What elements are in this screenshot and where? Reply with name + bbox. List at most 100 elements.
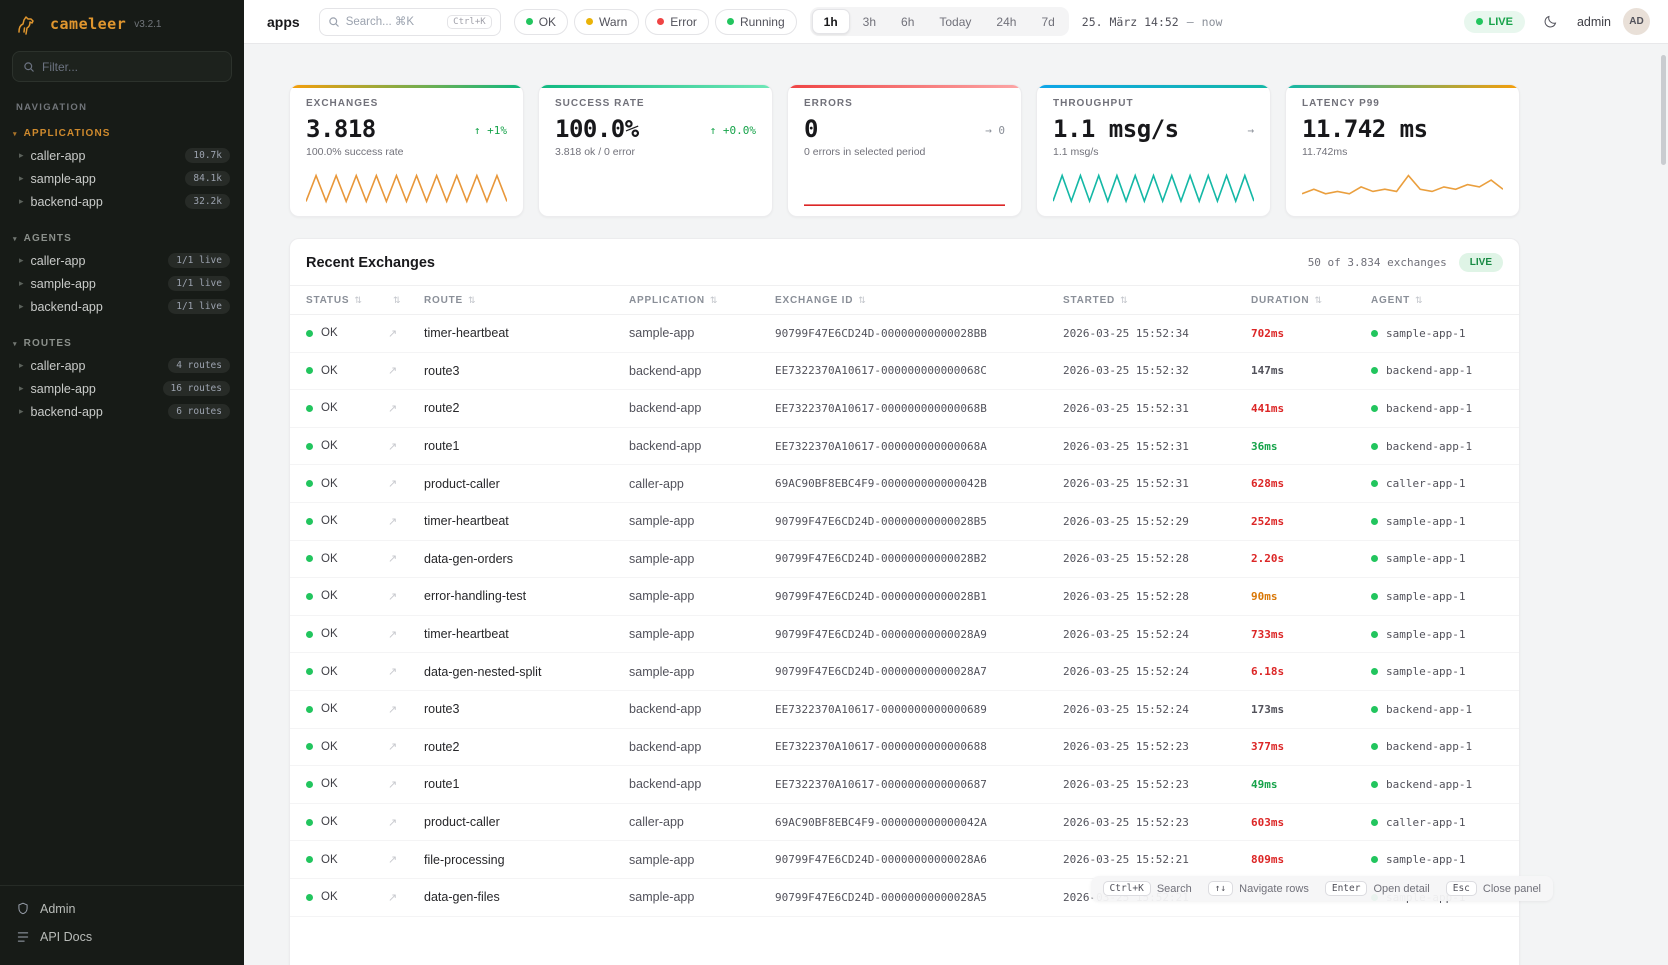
chevron-right-icon: ▸ bbox=[19, 278, 24, 289]
column-header-agent[interactable]: AGENT⇅ bbox=[1371, 295, 1503, 306]
status-cell: OK bbox=[306, 365, 388, 377]
app-logo[interactable]: cameleer v3.2.1 bbox=[0, 13, 244, 49]
sidebar-item-caller-app[interactable]: ▸caller-app4 routes bbox=[0, 354, 244, 377]
column-header-started[interactable]: STARTED⇅ bbox=[1063, 295, 1251, 306]
table-row[interactable]: OK↗route3backend-appEE7322370A10617-0000… bbox=[290, 691, 1519, 729]
sidebar-item-caller-app[interactable]: ▸caller-app1/1 live bbox=[0, 249, 244, 272]
filter-chip-ok[interactable]: OK bbox=[514, 9, 568, 35]
open-detail-icon[interactable]: ↗ bbox=[388, 327, 424, 340]
scrollbar[interactable] bbox=[1661, 55, 1666, 165]
duration-cell: 2.20s bbox=[1251, 552, 1371, 565]
open-detail-icon[interactable]: ↗ bbox=[388, 477, 424, 490]
open-detail-icon[interactable]: ↗ bbox=[388, 515, 424, 528]
chevron-right-icon: ▸ bbox=[19, 301, 24, 312]
dark-mode-toggle[interactable] bbox=[1537, 8, 1565, 36]
table-title: Recent Exchanges bbox=[306, 255, 435, 271]
open-detail-icon[interactable]: ↗ bbox=[388, 665, 424, 678]
table-row[interactable]: OK↗product-callercaller-app69AC90BF8EBC4… bbox=[290, 465, 1519, 503]
table-row[interactable]: OK↗product-callercaller-app69AC90BF8EBC4… bbox=[290, 804, 1519, 842]
started-cell: 2026-03-25 15:52:29 bbox=[1063, 515, 1251, 528]
table-row[interactable]: OK↗timer-heartbeatsample-app90799F47E6CD… bbox=[290, 315, 1519, 353]
open-detail-icon[interactable]: ↗ bbox=[388, 552, 424, 565]
table-row[interactable]: OK↗data-gen-orderssample-app90799F47E6CD… bbox=[290, 541, 1519, 579]
live-label: LIVE bbox=[1489, 16, 1513, 28]
open-detail-icon[interactable]: ↗ bbox=[388, 816, 424, 829]
sidebar-footer-api-docs[interactable]: API Docs bbox=[0, 923, 244, 951]
sidebar-item-backend-app[interactable]: ▸backend-app32.2k bbox=[0, 190, 244, 213]
user-avatar[interactable]: AD bbox=[1623, 8, 1650, 35]
application-cell: backend-app bbox=[629, 401, 775, 415]
section-header-agents[interactable]: ▾AGENTS bbox=[0, 230, 244, 249]
filter-chip-error[interactable]: Error bbox=[645, 9, 709, 35]
open-detail-icon[interactable]: ↗ bbox=[388, 402, 424, 415]
table-row[interactable]: OK↗error-handling-testsample-app90799F47… bbox=[290, 578, 1519, 616]
column-header-exchange-id[interactable]: EXCHANGE ID⇅ bbox=[775, 295, 1063, 306]
ok-dot-icon bbox=[306, 668, 313, 675]
stat-value-row: 11.742 ms bbox=[1302, 115, 1503, 143]
duration-cell: 90ms bbox=[1251, 590, 1371, 603]
table-row[interactable]: OK↗route1backend-appEE7322370A10617-0000… bbox=[290, 428, 1519, 466]
application-cell: caller-app bbox=[629, 477, 775, 491]
column-header-actions[interactable]: ⇅ bbox=[388, 295, 424, 306]
agent-dot-icon bbox=[1371, 856, 1378, 863]
sidebar-item-caller-app[interactable]: ▸caller-app10.7k bbox=[0, 144, 244, 167]
status-cell: OK bbox=[306, 891, 388, 903]
sidebar-item-sample-app[interactable]: ▸sample-app1/1 live bbox=[0, 272, 244, 295]
table-row[interactable]: OK↗route1backend-appEE7322370A10617-0000… bbox=[290, 766, 1519, 804]
range-7d[interactable]: 7d bbox=[1029, 9, 1066, 34]
open-detail-icon[interactable]: ↗ bbox=[388, 590, 424, 603]
date-range[interactable]: 25. März 14:52 — now bbox=[1082, 15, 1223, 29]
sidebar-item-sample-app[interactable]: ▸sample-app16 routes bbox=[0, 377, 244, 400]
range-24h[interactable]: 24h bbox=[984, 9, 1028, 34]
duration-cell: 377ms bbox=[1251, 740, 1371, 753]
status-cell: OK bbox=[306, 440, 388, 452]
stat-subtitle: 0 errors in selected period bbox=[804, 146, 1005, 158]
table-row[interactable]: OK↗route2backend-appEE7322370A10617-0000… bbox=[290, 729, 1519, 767]
table-row[interactable]: OK↗data-gen-nested-splitsample-app90799F… bbox=[290, 653, 1519, 691]
sidebar-item-backend-app[interactable]: ▸backend-app6 routes bbox=[0, 400, 244, 423]
open-detail-icon[interactable]: ↗ bbox=[388, 364, 424, 377]
open-detail-icon[interactable]: ↗ bbox=[388, 778, 424, 791]
search-input[interactable] bbox=[346, 16, 441, 28]
column-header-application[interactable]: APPLICATION⇅ bbox=[629, 295, 775, 306]
section-header-applications[interactable]: ▾APPLICATIONS bbox=[0, 125, 244, 144]
filter-chip-running[interactable]: Running bbox=[715, 9, 797, 35]
agent-cell: sample-app-1 bbox=[1371, 628, 1503, 641]
range-3h[interactable]: 3h bbox=[851, 9, 888, 34]
hint-label: Open detail bbox=[1373, 883, 1429, 895]
stat-subtitle: 100.0% success rate bbox=[306, 146, 507, 158]
column-label: AGENT bbox=[1371, 295, 1410, 306]
filter-chip-warn[interactable]: Warn bbox=[574, 9, 639, 35]
table-row[interactable]: OK↗file-processingsample-app90799F47E6CD… bbox=[290, 841, 1519, 879]
sidebar-item-badge: 1/1 live bbox=[168, 253, 230, 268]
column-header-status[interactable]: STATUS⇅ bbox=[306, 295, 388, 306]
sidebar-footer-admin[interactable]: Admin bbox=[0, 895, 244, 923]
ok-dot-icon bbox=[306, 894, 313, 901]
table-row[interactable]: OK↗route2backend-appEE7322370A10617-0000… bbox=[290, 390, 1519, 428]
range-today[interactable]: Today bbox=[927, 9, 983, 34]
open-detail-icon[interactable]: ↗ bbox=[388, 703, 424, 716]
sidebar-item-backend-app[interactable]: ▸backend-app1/1 live bbox=[0, 295, 244, 318]
open-detail-icon[interactable]: ↗ bbox=[388, 891, 424, 904]
duration-cell: 147ms bbox=[1251, 364, 1371, 377]
range-6h[interactable]: 6h bbox=[889, 9, 926, 34]
table-row[interactable]: OK↗route3backend-appEE7322370A10617-0000… bbox=[290, 353, 1519, 391]
sidebar-item-sample-app[interactable]: ▸sample-app84.1k bbox=[0, 167, 244, 190]
stat-value: 100.0% bbox=[555, 115, 639, 143]
range-1h[interactable]: 1h bbox=[812, 9, 850, 34]
open-detail-icon[interactable]: ↗ bbox=[388, 740, 424, 753]
section-header-routes[interactable]: ▾ROUTES bbox=[0, 335, 244, 354]
table-header-right: 50 of 3.834 exchanges LIVE bbox=[1308, 253, 1503, 272]
started-cell: 2026-03-25 15:52:34 bbox=[1063, 327, 1251, 340]
open-detail-icon[interactable]: ↗ bbox=[388, 853, 424, 866]
sidebar-item-label: caller-app bbox=[31, 254, 86, 268]
sidebar-filter-input[interactable] bbox=[42, 60, 221, 74]
table-row[interactable]: OK↗timer-heartbeatsample-app90799F47E6CD… bbox=[290, 616, 1519, 654]
column-header-route[interactable]: ROUTE⇅ bbox=[424, 295, 629, 306]
agent-dot-icon bbox=[1371, 743, 1378, 750]
open-detail-icon[interactable]: ↗ bbox=[388, 628, 424, 641]
table-row[interactable]: OK↗timer-heartbeatsample-app90799F47E6CD… bbox=[290, 503, 1519, 541]
column-header-duration[interactable]: DURATION⇅ bbox=[1251, 295, 1371, 306]
open-detail-icon[interactable]: ↗ bbox=[388, 440, 424, 453]
application-cell: sample-app bbox=[629, 514, 775, 528]
